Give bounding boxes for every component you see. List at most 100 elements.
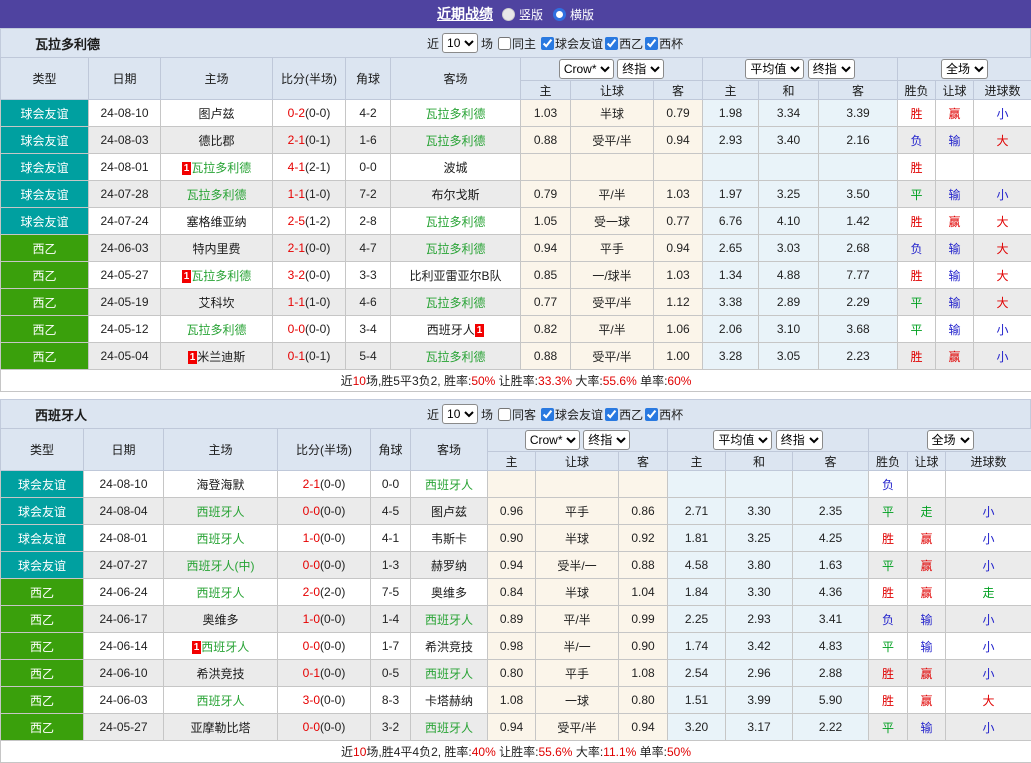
same-venue-filter[interactable]: 同客 [496, 406, 536, 423]
team-name-link[interactable]: 瓦拉多利德 [425, 296, 485, 310]
team-name-link[interactable]: 西班牙人 [425, 613, 473, 627]
team-name-link[interactable]: 赫罗纳 [431, 559, 467, 573]
team-name-link[interactable]: 西班牙人 [196, 532, 244, 546]
league-filter-checkbox[interactable] [605, 37, 618, 50]
league-filter[interactable]: 西乙 [603, 35, 643, 52]
league-filter[interactable]: 西杯 [643, 35, 683, 52]
team-name-link[interactable]: 希洪竞技 [425, 640, 473, 654]
handicap-result-cell [908, 471, 946, 498]
odds-handicap-cell: 平手 [536, 660, 619, 687]
league-filter-checkbox[interactable] [605, 408, 618, 421]
team-name-link[interactable]: 布尔戈斯 [431, 188, 479, 202]
average-odds-select[interactable]: 平均值 [713, 430, 772, 450]
radio-label-horizontal[interactable]: 横版 [570, 6, 594, 23]
league-filter[interactable]: 西乙 [603, 406, 643, 423]
team-name-link[interactable]: 瓦拉多利德 [425, 242, 485, 256]
unit-label: 场 [481, 35, 493, 52]
same-venue-checkbox[interactable] [498, 37, 511, 50]
crow-odds-select[interactable]: Crow* [559, 59, 614, 79]
team-name-link[interactable]: 西班牙人 [425, 478, 473, 492]
half-time-score: (0-0) [320, 612, 345, 626]
team-name-link[interactable]: 希洪竞技 [196, 667, 244, 681]
home-team-cell: 德比郡 [161, 127, 273, 154]
crow-odds-select[interactable]: Crow* [525, 430, 580, 450]
radio-icon[interactable] [553, 8, 566, 21]
promotion-badge: 1 [182, 162, 192, 175]
team-name-link[interactable]: 奥维多 [431, 586, 467, 600]
goals-result-cell: 小 [946, 498, 1031, 525]
corner-cell: 3-3 [346, 262, 391, 289]
team-name-link[interactable]: 西班牙人 [201, 640, 249, 654]
team-name-link[interactable]: 艾科坎 [198, 296, 234, 310]
avg-home-cell: 3.20 [668, 714, 726, 741]
team-name-link[interactable]: 西班牙人 [425, 721, 473, 735]
layout-radio-horizontal[interactable]: 横版 [553, 6, 594, 23]
team-name-link[interactable]: 波城 [443, 161, 467, 175]
team-name-link[interactable]: 瓦拉多利德 [425, 134, 485, 148]
team-name-link[interactable]: 瓦拉多利德 [186, 188, 246, 202]
team-name-link[interactable]: 卡塔赫纳 [425, 694, 473, 708]
league-filter[interactable]: 球会友谊 [539, 406, 603, 423]
summary-part: 10 [353, 745, 366, 759]
match-count-select[interactable]: 10 [442, 404, 478, 424]
team-name-link[interactable]: 特内里费 [192, 242, 240, 256]
same-venue-checkbox[interactable] [498, 408, 511, 421]
league-filter-checkbox[interactable] [645, 37, 658, 50]
team-name-link[interactable]: 塞格维亚纳 [186, 215, 246, 229]
team-name-link[interactable]: 瓦拉多利德 [191, 269, 251, 283]
team-name-link[interactable]: 西班牙人 [425, 667, 473, 681]
odds-handicap-cell: 平/半 [571, 181, 654, 208]
league-filter-checkbox[interactable] [541, 37, 554, 50]
layout-radio-vertical[interactable]: 竖版 [502, 6, 543, 23]
odds-home-cell: 0.94 [488, 552, 536, 579]
col-header-away: 客场 [411, 429, 488, 471]
odds-handicap-cell: 半/一 [536, 633, 619, 660]
league-filter-label: 球会友谊 [555, 406, 603, 423]
team-recent-table: 类型 日期 主场 比分(半场) 角球 客场 Crow* 终指 平均值 终指 全场 [0, 57, 1031, 392]
full-match-select[interactable]: 全场 [941, 59, 988, 79]
team-name-link[interactable]: 米兰迪斯 [197, 350, 245, 364]
same-venue-filter[interactable]: 同主 [496, 35, 536, 52]
avg-home-cell: 1.34 [703, 262, 759, 289]
summary-part: 单率: [637, 374, 668, 388]
full-match-select[interactable]: 全场 [927, 430, 974, 450]
sub-header-odds-away: 客 [654, 81, 703, 100]
final-odds-select[interactable]: 终指 [583, 430, 630, 450]
final-odds-select[interactable]: 终指 [617, 59, 664, 79]
radio-icon[interactable] [502, 8, 515, 21]
team-name-link[interactable]: 海登海默 [196, 478, 244, 492]
team-name-link[interactable]: 比利亚雷亚尔B队 [409, 269, 501, 283]
team-name-link[interactable]: 韦斯卡 [431, 532, 467, 546]
team-name-link[interactable]: 西班牙人 [427, 323, 475, 337]
match-type-cell: 球会友谊 [1, 127, 89, 154]
league-filter[interactable]: 西杯 [643, 406, 683, 423]
avg-away-cell: 2.23 [819, 343, 898, 370]
average-odds-select[interactable]: 平均值 [745, 59, 804, 79]
team-name-link[interactable]: 瓦拉多利德 [186, 323, 246, 337]
team-name-link[interactable]: 图卢兹 [198, 107, 234, 121]
full-time-score: 2-5 [288, 214, 305, 228]
team-name-link[interactable]: 图卢兹 [431, 505, 467, 519]
team-name-link[interactable]: 奥维多 [202, 613, 238, 627]
team-name-link[interactable]: 西班牙人 [196, 586, 244, 600]
league-filter[interactable]: 球会友谊 [539, 35, 603, 52]
final-average-select[interactable]: 终指 [808, 59, 855, 79]
team-name-link[interactable]: 瓦拉多利德 [425, 215, 485, 229]
team-name-link[interactable]: 西班牙人(中) [187, 559, 255, 573]
league-filter-checkbox[interactable] [541, 408, 554, 421]
team-name-link[interactable]: 西班牙人 [196, 505, 244, 519]
team-name-link[interactable]: 德比郡 [198, 134, 234, 148]
sub-header-odds-away: 客 [619, 452, 668, 471]
team-name-link[interactable]: 瓦拉多利德 [425, 350, 485, 364]
league-filter-checkbox[interactable] [645, 408, 658, 421]
score-cell: 3-0(0-0) [278, 687, 371, 714]
team-name-link[interactable]: 瓦拉多利德 [191, 161, 251, 175]
final-average-select[interactable]: 终指 [776, 430, 823, 450]
team-name-link[interactable]: 西班牙人 [196, 694, 244, 708]
sub-header-goals: 进球数 [946, 452, 1031, 471]
full-time-score: 1-0 [303, 531, 320, 545]
radio-label-vertical[interactable]: 竖版 [519, 6, 543, 23]
match-count-select[interactable]: 10 [442, 33, 478, 53]
team-name-link[interactable]: 亚摩勒比塔 [190, 721, 250, 735]
team-name-link[interactable]: 瓦拉多利德 [425, 107, 485, 121]
